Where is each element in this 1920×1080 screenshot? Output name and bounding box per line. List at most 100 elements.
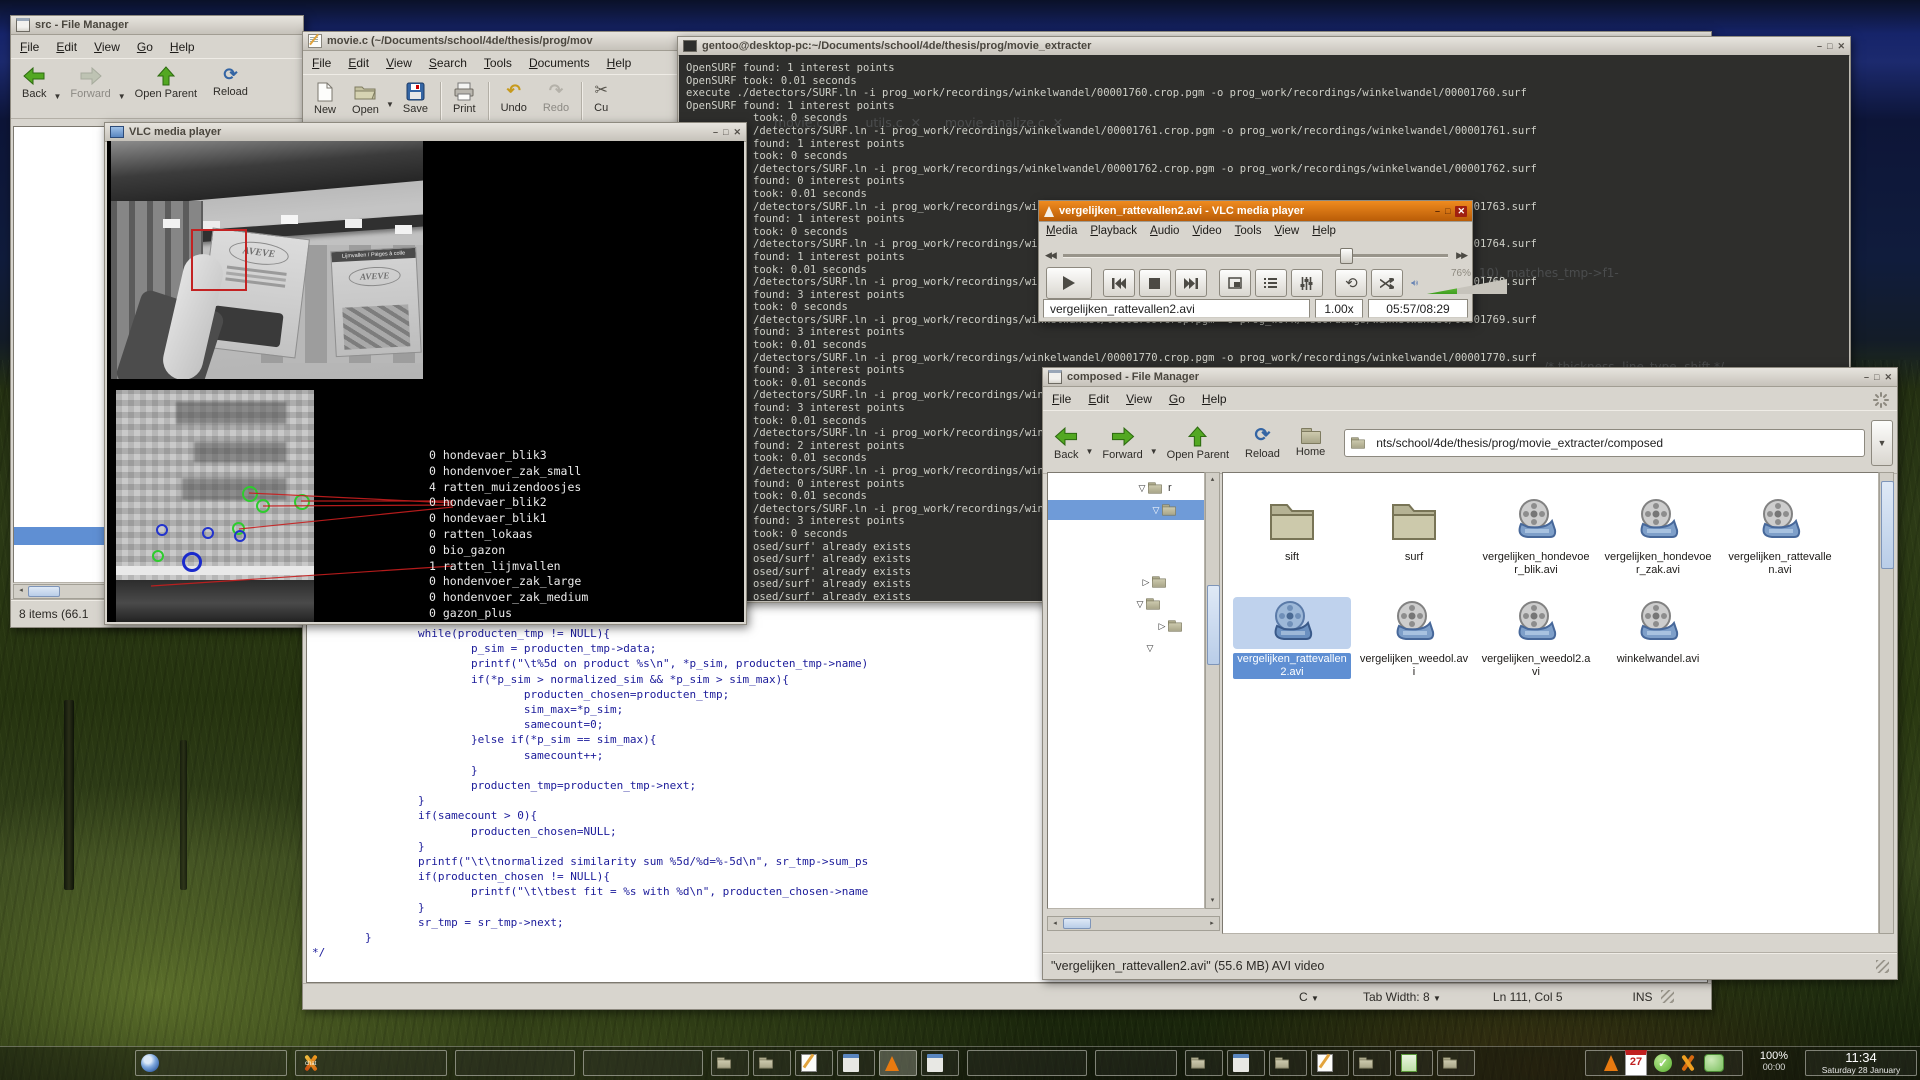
file-item[interactable]: vergelijken_weedol2.avi xyxy=(1477,597,1595,679)
scroll-up-arrow[interactable]: ▴ xyxy=(1206,474,1219,486)
tree-item[interactable]: ▷ xyxy=(1048,572,1204,592)
menu-item[interactable]: View xyxy=(94,40,120,54)
menu-item[interactable]: View xyxy=(1275,225,1300,237)
menu-item[interactable]: Go xyxy=(137,40,153,54)
titlebar[interactable]: VLC media player –□✕ xyxy=(105,123,746,142)
titlebar[interactable]: src - File Manager xyxy=(11,16,303,35)
home-button[interactable]: Home xyxy=(1289,425,1332,460)
time-display[interactable]: 05:57/08:29 xyxy=(1368,299,1468,318)
previous-button[interactable] xyxy=(1103,269,1135,297)
path-field[interactable]: nts/school/4de/thesis/prog/movie_extract… xyxy=(1344,429,1865,457)
clock[interactable]: 11:34 Saturday 28 January xyxy=(1805,1050,1917,1076)
menu-item[interactable]: Edit xyxy=(348,56,369,70)
menu-item[interactable]: Go xyxy=(1169,392,1185,406)
language-selector[interactable]: C ▼ xyxy=(1299,990,1319,1004)
undo-button[interactable]: ↶ Undo xyxy=(494,79,534,116)
menu-item[interactable]: Audio xyxy=(1150,225,1179,237)
file-item[interactable]: sift xyxy=(1233,495,1351,564)
tree-sidebar[interactable]: ▽r ▽ ▷ ▽ ▷ ▽ xyxy=(1047,472,1205,909)
back-button[interactable]: Back xyxy=(15,63,53,102)
task-button-window[interactable] xyxy=(921,1050,959,1076)
task-button[interactable] xyxy=(967,1050,1087,1076)
file-item[interactable]: vergelijken_weedol.avi xyxy=(1355,597,1473,679)
cut-button[interactable]: ✂ Cu xyxy=(587,79,615,116)
file-item-selected[interactable]: vergelijken_rattevallen2.avi xyxy=(1233,597,1351,679)
file-item[interactable]: vergelijken_hondevoer_blik.avi xyxy=(1477,495,1595,577)
task-button-gedit[interactable] xyxy=(795,1050,833,1076)
scrollbar-thumb[interactable] xyxy=(28,586,60,597)
loop-button[interactable]: ⟲ xyxy=(1335,269,1367,297)
forward-dropdown[interactable]: ▼ xyxy=(1150,447,1158,456)
titlebar[interactable]: composed - File Manager –□✕ xyxy=(1043,368,1897,387)
volume-slider[interactable]: 76% xyxy=(1427,270,1465,296)
back-button[interactable]: Back xyxy=(1047,423,1085,463)
menu-item[interactable]: File xyxy=(20,40,39,54)
fast-forward-icon[interactable]: ▶▶ xyxy=(1456,250,1466,261)
stop-button[interactable] xyxy=(1139,269,1171,297)
playlist-button[interactable] xyxy=(1255,269,1287,297)
save-button[interactable]: Save xyxy=(396,79,435,117)
task-button-folder[interactable] xyxy=(753,1050,791,1076)
seek-handle[interactable] xyxy=(1340,248,1353,264)
open-parent-button[interactable]: Open Parent xyxy=(128,63,204,102)
scroll-right-arrow[interactable]: ▸ xyxy=(1206,918,1218,930)
window-buttons[interactable]: –□✕ xyxy=(713,127,741,138)
window-buttons[interactable]: –□✕ xyxy=(1864,372,1892,383)
task-button-folder[interactable] xyxy=(1353,1050,1391,1076)
fullscreen-button[interactable] xyxy=(1219,269,1251,297)
open-button[interactable]: Open xyxy=(345,79,386,118)
back-dropdown[interactable]: ▼ xyxy=(53,92,61,101)
tab-width-selector[interactable]: Tab Width: 8 ▼ xyxy=(1363,990,1441,1004)
tray-xchat-icon[interactable] xyxy=(1679,1054,1697,1072)
menu-item[interactable]: Search xyxy=(429,56,467,70)
play-button[interactable] xyxy=(1046,267,1092,299)
task-button-chromium[interactable] xyxy=(135,1050,287,1076)
tray-messenger-icon[interactable] xyxy=(1704,1054,1724,1072)
file-item[interactable]: vergelijken_hondevoer_zak.avi xyxy=(1599,495,1717,577)
menu-item[interactable]: Documents xyxy=(529,56,590,70)
expander-open-icon[interactable]: ▽ xyxy=(1136,483,1148,494)
menu-item[interactable]: File xyxy=(312,56,331,70)
back-dropdown[interactable]: ▼ xyxy=(1085,447,1093,456)
print-button[interactable]: Print xyxy=(446,79,483,117)
sidebar-scrollbar[interactable]: ▴ ▾ xyxy=(1205,472,1220,909)
file-item[interactable]: surf xyxy=(1355,495,1473,564)
video-display[interactable]: AVEVE Lijmvallen / Pièges à colle AVEVE xyxy=(107,141,744,622)
menu-item[interactable]: Playback xyxy=(1090,225,1137,237)
tray-vlc-icon[interactable] xyxy=(1604,1055,1618,1071)
menu-item[interactable]: Video xyxy=(1192,225,1221,237)
task-button-window[interactable] xyxy=(1227,1050,1265,1076)
tray-checkmark-icon[interactable]: ✓ xyxy=(1654,1054,1672,1072)
scrollbar-thumb[interactable] xyxy=(1207,585,1220,665)
new-button[interactable]: New xyxy=(307,79,343,118)
rewind-icon[interactable]: ◀◀ xyxy=(1045,250,1055,261)
window-buttons[interactable]: –□✕ xyxy=(1817,41,1845,52)
file-grid-pane[interactable]: sift surf vergelijken_hondevoer_blik.avi… xyxy=(1222,472,1879,934)
expander-open-icon[interactable]: ▽ xyxy=(1150,505,1162,516)
task-button-vlc-active[interactable] xyxy=(879,1050,917,1076)
menu-item[interactable]: Help xyxy=(1312,225,1336,237)
task-button-gedit[interactable] xyxy=(1311,1050,1349,1076)
menu-item[interactable]: View xyxy=(1126,392,1152,406)
task-button[interactable] xyxy=(583,1050,703,1076)
playback-rate[interactable]: 1.00x xyxy=(1315,299,1363,318)
speaker-icon[interactable] xyxy=(1411,276,1419,290)
open-dropdown[interactable]: ▼ xyxy=(386,100,394,109)
resize-grip[interactable] xyxy=(1661,990,1674,1003)
menu-item[interactable]: File xyxy=(1052,392,1071,406)
menu-item[interactable]: Media xyxy=(1046,225,1077,237)
tree-item[interactable]: ▽r xyxy=(1048,478,1204,498)
task-button-folder[interactable] xyxy=(711,1050,749,1076)
reload-button[interactable]: ⟳ Reload xyxy=(1238,423,1287,462)
menu-item[interactable]: Help xyxy=(1202,392,1227,406)
scroll-left-arrow[interactable]: ◂ xyxy=(1049,918,1061,930)
expander-open-icon[interactable]: ▽ xyxy=(1144,643,1156,654)
scroll-left-arrow[interactable]: ◂ xyxy=(15,585,27,597)
redo-button[interactable]: ↷ Redo xyxy=(536,79,576,116)
expander-closed-icon[interactable]: ▷ xyxy=(1140,577,1152,588)
settings-button[interactable] xyxy=(1291,269,1323,297)
shuffle-button[interactable] xyxy=(1371,269,1403,297)
forward-button[interactable]: Forward xyxy=(63,63,117,102)
expander-closed-icon[interactable]: ▷ xyxy=(1156,621,1168,632)
file-item[interactable]: vergelijken_rattevallen.avi xyxy=(1721,495,1839,577)
